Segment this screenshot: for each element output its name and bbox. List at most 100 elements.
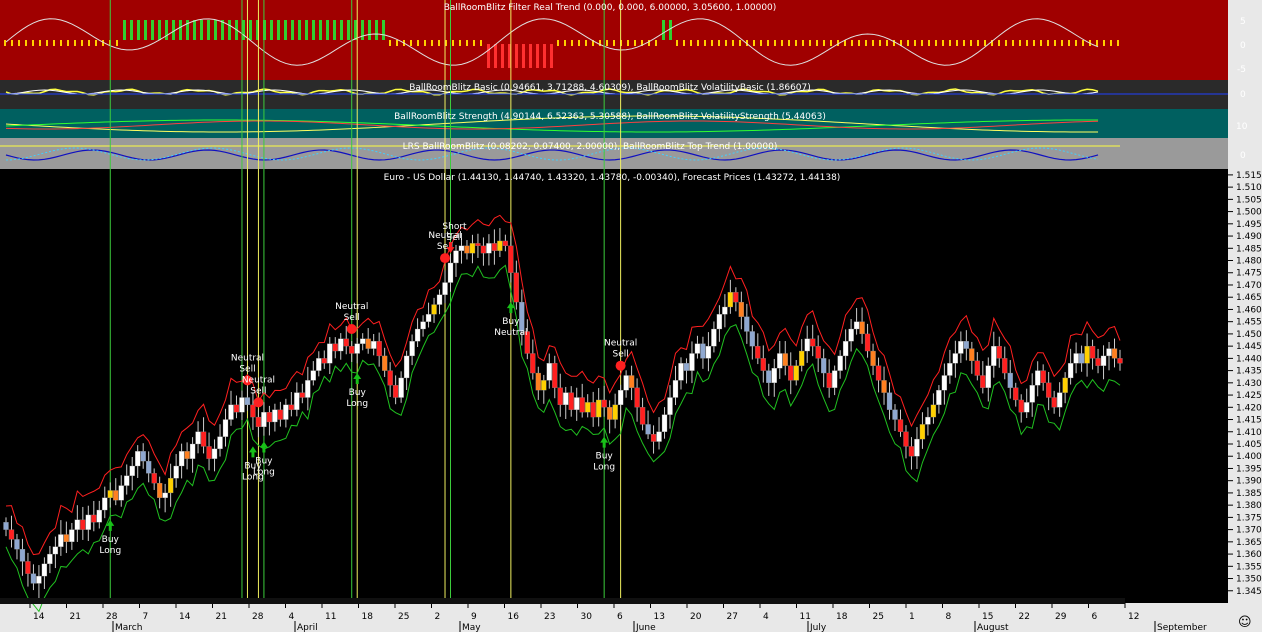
y-tick-label: 1.510 bbox=[1236, 183, 1262, 193]
signal-label: Buy bbox=[596, 452, 614, 462]
candle bbox=[711, 328, 717, 347]
candle bbox=[409, 341, 415, 357]
x-tick-label: 25 bbox=[398, 612, 409, 622]
candle bbox=[486, 243, 492, 254]
candle bbox=[579, 397, 585, 413]
candle bbox=[1062, 377, 1068, 393]
filter-histogram-bar bbox=[1019, 40, 1021, 46]
filter-histogram-bar bbox=[137, 20, 140, 40]
filter-histogram-bar bbox=[158, 20, 161, 40]
signal-label: Sell bbox=[446, 233, 462, 243]
candle bbox=[365, 338, 371, 349]
filter-histogram-bar bbox=[123, 20, 126, 40]
y-tick-label: 1.400 bbox=[1236, 452, 1262, 462]
candle bbox=[815, 345, 821, 359]
candle bbox=[244, 397, 251, 405]
y-tick-label: 1.460 bbox=[1236, 305, 1262, 315]
candle bbox=[266, 412, 273, 423]
filter-histogram-bar bbox=[11, 40, 13, 46]
candle bbox=[1100, 355, 1107, 366]
y-tick-label: 1.495 bbox=[1236, 220, 1262, 230]
candle bbox=[1046, 382, 1052, 398]
candle bbox=[502, 240, 509, 246]
filter-histogram-bar bbox=[165, 20, 168, 40]
filter-histogram-bar bbox=[886, 40, 888, 46]
candle bbox=[442, 282, 448, 295]
candle bbox=[804, 338, 810, 352]
filter-histogram-bar bbox=[557, 40, 559, 46]
candle bbox=[1024, 402, 1030, 413]
filter-histogram-bar bbox=[578, 40, 580, 46]
filter-histogram-bar bbox=[942, 40, 944, 46]
x-tick-label: 2 bbox=[435, 612, 441, 622]
candle bbox=[1018, 399, 1024, 413]
x-tick-label: 7 bbox=[143, 612, 149, 622]
filter-histogram-bar bbox=[571, 40, 573, 46]
candle bbox=[837, 355, 843, 371]
filter-histogram-bar bbox=[501, 44, 504, 68]
filter-histogram-bar bbox=[151, 20, 154, 40]
filter-histogram-bar bbox=[4, 40, 6, 46]
candle bbox=[864, 333, 871, 352]
candle bbox=[563, 392, 569, 405]
candle bbox=[206, 446, 212, 459]
candle bbox=[963, 341, 969, 349]
y-tick-label: 1.345 bbox=[1236, 587, 1262, 597]
candle bbox=[996, 345, 1002, 359]
candle bbox=[30, 573, 37, 584]
x-tick-label: 29 bbox=[1055, 612, 1067, 622]
price-panel-bg bbox=[0, 170, 1228, 603]
filter-histogram-bar bbox=[207, 20, 210, 40]
candle bbox=[360, 338, 366, 344]
candle bbox=[689, 353, 695, 371]
signal-label: Buy bbox=[349, 388, 367, 398]
signal-label: Short bbox=[442, 222, 467, 232]
filter-histogram-bar bbox=[725, 40, 727, 46]
candle bbox=[469, 243, 476, 254]
candle bbox=[1111, 348, 1118, 359]
candle bbox=[683, 363, 690, 371]
filter-histogram-bar bbox=[1082, 40, 1084, 46]
signal-label: Long bbox=[253, 468, 275, 478]
candle bbox=[628, 375, 635, 388]
candle bbox=[52, 546, 59, 555]
candle bbox=[623, 375, 629, 391]
candle bbox=[436, 294, 443, 305]
candle bbox=[1117, 358, 1123, 364]
candle bbox=[382, 355, 388, 371]
y-tick-label: 1.360 bbox=[1236, 550, 1262, 560]
candle bbox=[321, 358, 327, 364]
candle bbox=[969, 348, 975, 361]
filter-histogram-bar bbox=[788, 40, 790, 46]
month-label: August bbox=[977, 623, 1009, 632]
candle bbox=[508, 245, 514, 273]
candle bbox=[656, 431, 662, 442]
candle bbox=[69, 529, 75, 542]
filter-histogram-bar bbox=[361, 20, 364, 40]
x-tick-label: 23 bbox=[544, 612, 555, 622]
y-tick-label: 1.390 bbox=[1236, 477, 1262, 487]
candle bbox=[332, 343, 338, 352]
candle bbox=[255, 416, 262, 428]
candle bbox=[414, 328, 421, 342]
candle bbox=[157, 482, 163, 498]
candle bbox=[1095, 358, 1101, 366]
filter-histogram-bar bbox=[214, 20, 217, 40]
filter-histogram-bar bbox=[95, 40, 97, 46]
filter-histogram-bar bbox=[291, 20, 294, 40]
filter-histogram-bar bbox=[1026, 40, 1028, 46]
candle bbox=[1067, 363, 1074, 379]
filter-histogram-bar bbox=[795, 40, 797, 46]
candle bbox=[892, 409, 898, 420]
y-tick-label: 1.365 bbox=[1236, 538, 1262, 548]
filter-histogram-bar bbox=[928, 40, 930, 46]
filter-histogram-bar bbox=[1117, 40, 1119, 46]
y-tick-label: 1.420 bbox=[1236, 403, 1262, 413]
filter-histogram-bar bbox=[529, 44, 532, 68]
x-tick-label: 14 bbox=[33, 612, 45, 622]
smiley-icon[interactable]: ☺ bbox=[1238, 615, 1252, 630]
candle bbox=[875, 365, 882, 381]
candle bbox=[788, 365, 794, 381]
x-tick-label: 13 bbox=[654, 612, 665, 622]
filter-histogram-bar bbox=[522, 44, 525, 68]
